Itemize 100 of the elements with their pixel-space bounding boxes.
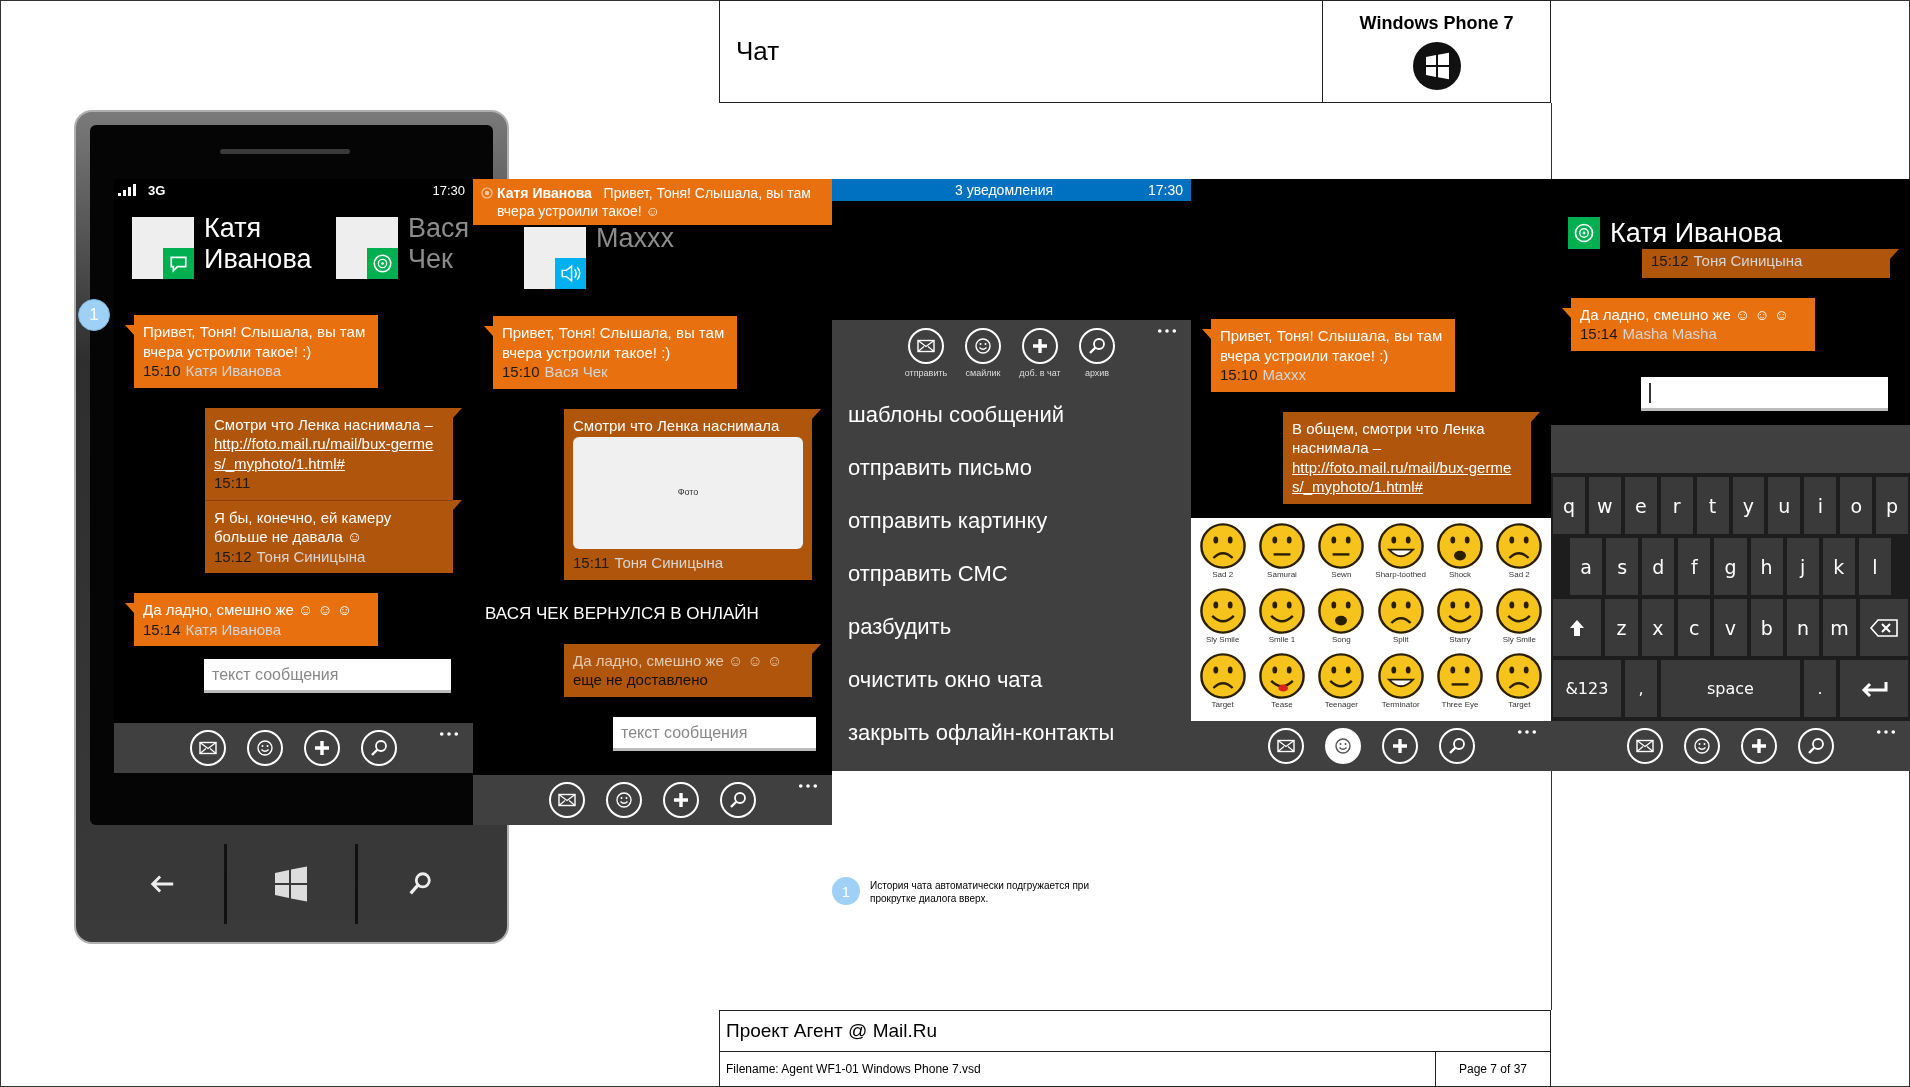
menu-item[interactable]: отправить картинку xyxy=(832,494,1191,547)
more-icon[interactable] xyxy=(439,731,459,737)
keyboard-key[interactable]: c xyxy=(1678,599,1711,656)
toast-message: Катя Иванова Привет, Тоня! Слышала, вы там вчера устроили такое! ☺ xyxy=(497,184,812,221)
message-link[interactable]: http://foto.mail.ru/mail/bux-germes/_myphoto/1.html# xyxy=(214,434,444,473)
message-text: Привет, Тоня! Слышала, вы там вчера устроили такое! :) xyxy=(502,323,726,362)
keyboard-key[interactable]: d xyxy=(1642,538,1675,595)
keyboard-key[interactable]: i xyxy=(1804,477,1837,534)
message-text: Привет, Тоня! Слышала, вы там вчера устроили такое! :) xyxy=(1220,326,1444,365)
smiley-face-icon xyxy=(1376,587,1425,635)
smiley-face-icon xyxy=(1198,652,1247,700)
emoticon-item[interactable]: Split xyxy=(1371,587,1431,652)
menu-item[interactable]: отправить письмо xyxy=(832,441,1191,494)
message-time: 15:12 xyxy=(1651,251,1689,271)
message-time: 15:10 xyxy=(502,362,540,382)
message-input[interactable] xyxy=(1641,377,1888,411)
keyboard-key[interactable]: v xyxy=(1714,599,1747,656)
backspace-key[interactable] xyxy=(1859,599,1908,656)
clock-time: 17:30 xyxy=(432,182,465,198)
keyboard-key[interactable]: m xyxy=(1823,599,1856,656)
keyboard-key[interactable]: , xyxy=(1624,660,1658,717)
keyboard-key[interactable]: f xyxy=(1678,538,1711,595)
more-icon[interactable] xyxy=(798,783,818,789)
keyboard-key[interactable]: q xyxy=(1553,477,1585,534)
emoticon-item[interactable]: Samurai xyxy=(1252,522,1312,587)
emoticon-item[interactable]: Song xyxy=(1311,587,1371,652)
message-text: Да ладно, смешно же ☺ ☺ ☺ xyxy=(143,600,354,620)
emoticon-item[interactable]: Teenager xyxy=(1311,652,1371,717)
menu-item[interactable]: закрыть офлайн-контакты xyxy=(832,706,1191,759)
keyboard-key[interactable]: s xyxy=(1606,538,1639,595)
network-type: 3G xyxy=(148,182,166,198)
more-icon[interactable] xyxy=(1517,729,1537,735)
photo-placeholder[interactable]: Фото xyxy=(573,437,803,549)
menu-item[interactable]: очистить окно чата xyxy=(832,653,1191,706)
message-author: Masha Masha xyxy=(1622,324,1717,344)
keyboard-key[interactable]: g xyxy=(1714,538,1747,595)
notification-bar[interactable]: 3 уведомления 17:30 xyxy=(832,179,1191,201)
keyboard-key[interactable]: e xyxy=(1624,477,1657,534)
keyboard-key[interactable]: x xyxy=(1641,599,1675,656)
message-author: Тоня Синицына xyxy=(614,553,724,573)
platform-name: Windows Phone 7 xyxy=(1359,13,1514,34)
message-input[interactable]: текст сообщения xyxy=(613,717,816,751)
keyboard-key[interactable]: &123 xyxy=(1553,660,1621,717)
keyboard-key[interactable]: u xyxy=(1768,477,1801,534)
emoticon-item[interactable]: Sad 2 xyxy=(1489,522,1549,587)
shift-key[interactable] xyxy=(1553,599,1602,656)
menu-item[interactable]: шаблоны сообщений xyxy=(832,388,1191,441)
smiley-face-icon xyxy=(1436,652,1484,700)
space-key[interactable]: space xyxy=(1661,660,1800,717)
contact-name[interactable]: Maxxx xyxy=(596,223,718,254)
keyboard-key[interactable]: b xyxy=(1750,599,1783,656)
keyboard-key[interactable]: j xyxy=(1786,538,1819,595)
emoticon-item[interactable]: Sharp-toothed xyxy=(1371,522,1431,587)
message-time: 15:11 xyxy=(214,473,251,493)
smiley-face-icon xyxy=(1198,522,1247,570)
emoticon-item[interactable]: Tease xyxy=(1252,652,1312,717)
keyboard-key[interactable]: l xyxy=(1858,538,1891,595)
keyboard-key[interactable]: h xyxy=(1750,538,1783,595)
keyboard-key[interactable]: y xyxy=(1732,477,1765,534)
emoticon-item[interactable]: Smile 1 xyxy=(1252,587,1312,652)
message-author: Maxxx xyxy=(1262,365,1306,385)
contact-name[interactable]: Катя Иванова xyxy=(204,213,326,275)
keyboard-key[interactable]: z xyxy=(1605,599,1638,656)
emoticon-item[interactable]: Sly Smile xyxy=(1489,587,1549,652)
emoticon-item[interactable]: Three Eye xyxy=(1430,652,1490,717)
keyboard-key[interactable]: r xyxy=(1660,477,1693,534)
contact-name[interactable]: Вася Чек xyxy=(408,213,470,275)
smiley-face-icon xyxy=(1495,522,1544,570)
menu-item[interactable]: отправить СМС xyxy=(832,547,1191,600)
emoticon-item[interactable]: Sad 2 xyxy=(1193,522,1253,587)
emoticon-item[interactable]: Target xyxy=(1193,652,1253,717)
emoticon-item[interactable]: Target xyxy=(1489,652,1549,717)
keyboard-key[interactable]: t xyxy=(1696,477,1729,534)
message-text: Да ладно, смешно же ☺ ☺ ☺ xyxy=(573,650,784,670)
emoticon-item[interactable]: Sly Smile xyxy=(1193,587,1253,652)
message-text: Смотри что Ленка наснимала xyxy=(573,415,781,435)
enter-key[interactable] xyxy=(1840,660,1908,717)
keyboard-key[interactable]: n xyxy=(1786,599,1820,656)
backspace-icon xyxy=(1868,617,1899,638)
message-input[interactable]: текст сообщения xyxy=(204,659,451,693)
more-icon[interactable] xyxy=(1876,729,1896,735)
keyboard-key[interactable]: a xyxy=(1570,538,1603,595)
emoticon-item[interactable]: Sewn xyxy=(1311,522,1371,587)
message-time: 15:10 xyxy=(143,361,181,381)
emoticon-item[interactable]: Shock xyxy=(1430,522,1490,587)
emoticon-item[interactable]: Terminator xyxy=(1371,652,1431,717)
message-time: 15:14 xyxy=(1580,324,1618,344)
more-icon[interactable] xyxy=(1157,328,1177,334)
emoticon-item[interactable]: Starry xyxy=(1430,587,1490,652)
keyboard-key[interactable]: k xyxy=(1822,538,1855,595)
page-number: Page 7 of 37 xyxy=(1435,1052,1550,1086)
message-author: Катя Иванова xyxy=(185,619,282,639)
keyboard-key[interactable]: o xyxy=(1840,477,1873,534)
message-link[interactable]: http://foto.mail.ru/mail/bux-germes/_myphoto/1.html# xyxy=(1292,457,1522,497)
keyboard-key[interactable]: p xyxy=(1876,477,1909,534)
page-title: Чат xyxy=(735,36,781,67)
annotation-text: История чата автоматически подгружается при прокрутке диалога вверх. xyxy=(870,879,1090,905)
keyboard-key[interactable]: w xyxy=(1588,477,1621,534)
keyboard-key[interactable]: . xyxy=(1803,660,1837,717)
menu-item[interactable]: разбудить xyxy=(832,600,1191,653)
